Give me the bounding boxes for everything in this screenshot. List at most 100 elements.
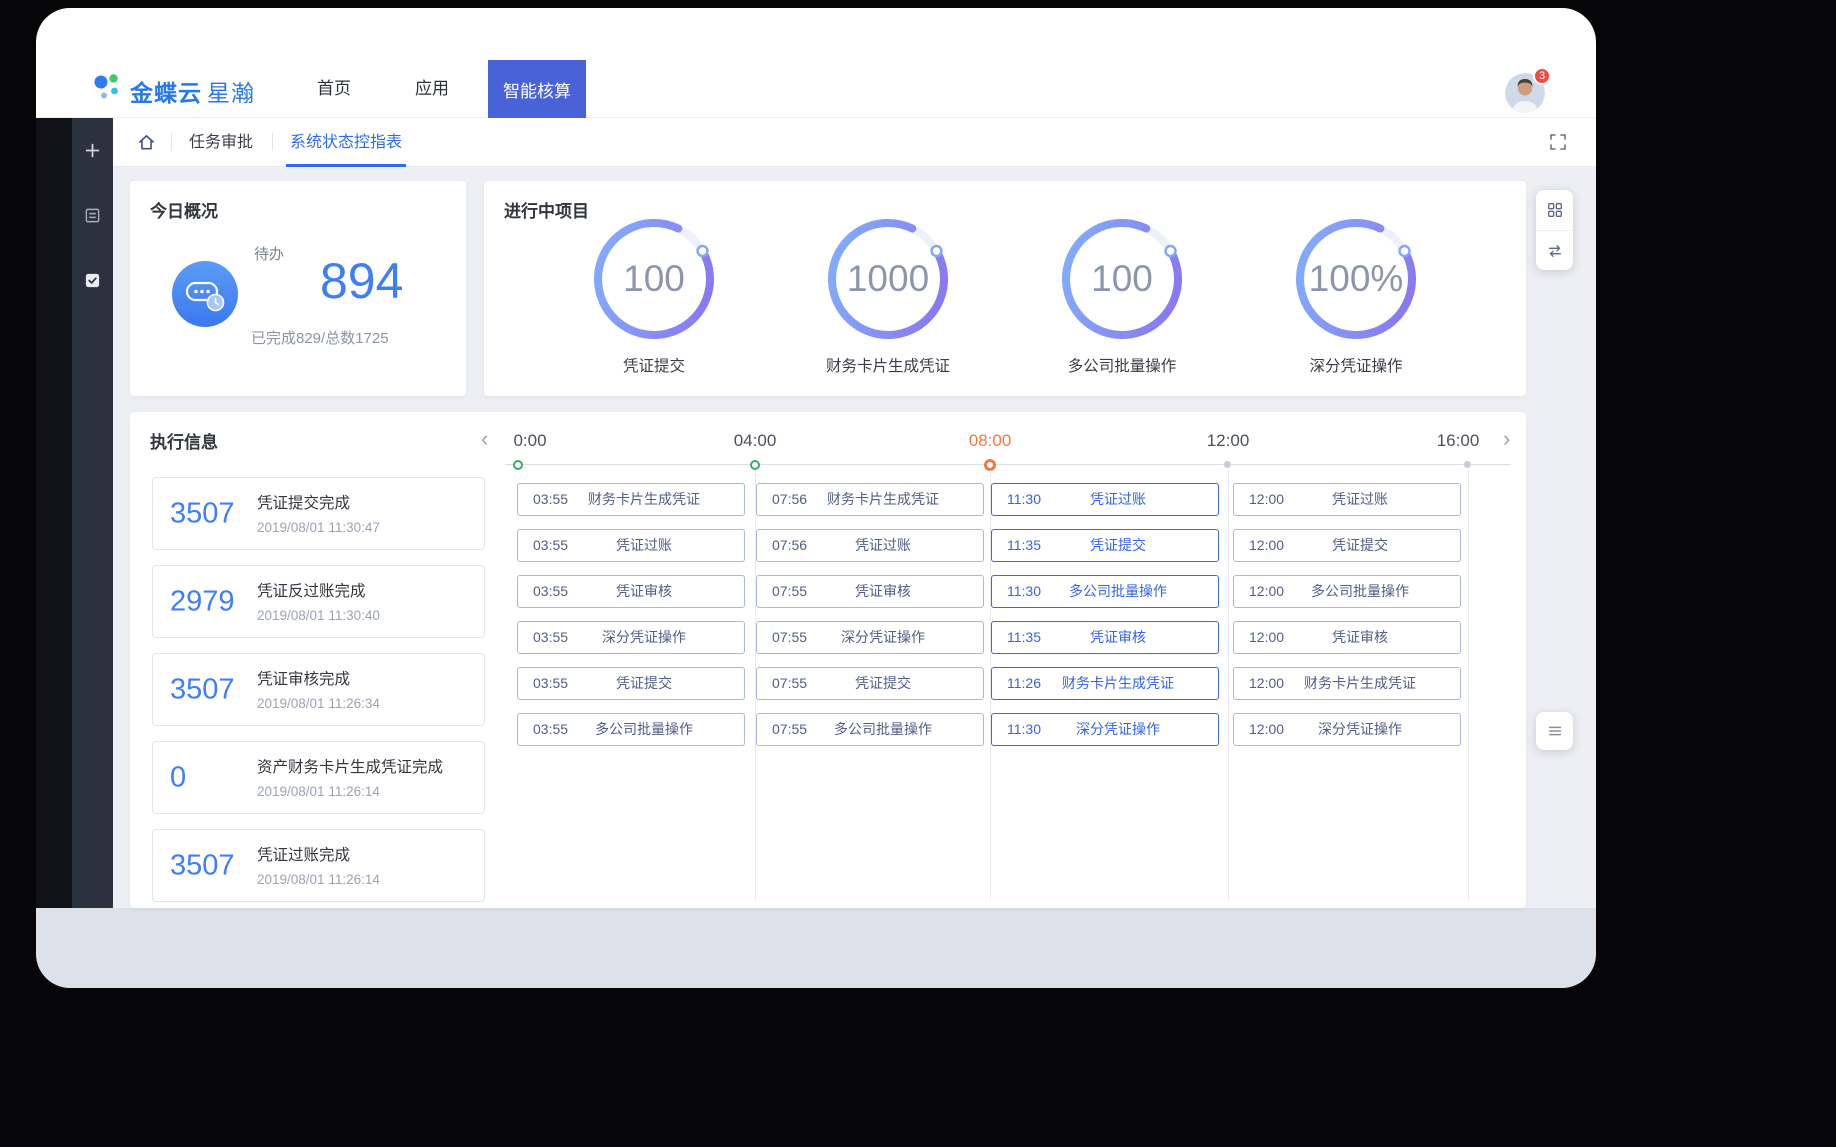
ring-value: 100%: [1290, 213, 1422, 345]
ring-value: 100: [588, 213, 720, 345]
todo-card-icon: [172, 261, 238, 327]
tab-bar: 任务审批 系统状态控指表: [113, 118, 1596, 167]
task-check-icon[interactable]: [83, 270, 103, 290]
event-card[interactable]: 12:00凭证提交: [1233, 529, 1461, 562]
event-name: 凭证过账: [791, 530, 975, 560]
event-card[interactable]: 12:00凭证审核: [1233, 621, 1461, 654]
ring-value: 100: [1056, 213, 1188, 345]
event-name: 深分凭证操作: [1026, 714, 1210, 744]
list-item-timestamp: 2019/08/01 11:30:47: [257, 520, 478, 535]
brand-name-light: 星瀚: [207, 80, 255, 106]
event-name: 财务卡片生成凭证: [1026, 668, 1210, 698]
execution-summary-list: 3507 凭证提交完成2019/08/01 11:30:47 2979 凭证反过…: [152, 477, 485, 917]
swap-icon[interactable]: [1536, 230, 1573, 270]
app-header: 金蝶云星瀚 首页 应用 智能核算 3: [36, 8, 1596, 118]
timeline-prev-icon[interactable]: ‹: [481, 428, 488, 450]
event-card-current[interactable]: 11:30深分凭证操作: [991, 713, 1219, 746]
dashboard-content: 今日概况 待办 894 已完成829/总数1725: [113, 167, 1596, 908]
form-list-icon[interactable]: [83, 205, 103, 225]
axis-label-0400: 04:00: [734, 431, 777, 451]
brand-logo[interactable]: 金蝶云星瀚: [92, 70, 255, 111]
side-tool-stack: [1536, 190, 1573, 270]
event-card[interactable]: 07:55凭证审核: [756, 575, 984, 608]
event-card-current[interactable]: 11:35凭证审核: [991, 621, 1219, 654]
today-overview-card: 今日概况 待办 894 已完成829/总数1725: [130, 181, 466, 396]
timeline-column-2: 07:56财务卡片生成凭证 07:56凭证过账 07:55凭证审核 07:55深…: [756, 483, 984, 746]
main-column: 任务审批 系统状态控指表 今日概况: [113, 118, 1596, 908]
event-card[interactable]: 12:00财务卡片生成凭证: [1233, 667, 1461, 700]
overview-title: 今日概况: [150, 197, 218, 222]
layout-grid-icon[interactable]: [1536, 190, 1573, 230]
progress-ring-card-voucher: 1000 财务卡片生成凭证: [783, 213, 993, 376]
ring-label: 财务卡片生成凭证: [826, 354, 950, 376]
event-card[interactable]: 07:55深分凭证操作: [756, 621, 984, 654]
list-item-count: 3507: [170, 497, 235, 530]
event-name: 凭证提交: [552, 668, 736, 698]
home-tab-icon[interactable]: [137, 133, 156, 152]
event-card[interactable]: 07:55多公司批量操作: [756, 713, 984, 746]
event-card[interactable]: 03:55财务卡片生成凭证: [517, 483, 745, 516]
axis-label-1200: 12:00: [1207, 431, 1250, 451]
event-name: 多公司批量操作: [791, 714, 975, 744]
event-card[interactable]: 03:55多公司批量操作: [517, 713, 745, 746]
event-name: 凭证提交: [1268, 530, 1452, 560]
todo-label: 待办: [254, 243, 284, 264]
event-card-current[interactable]: 11:26财务卡片生成凭证: [991, 667, 1219, 700]
brand-name: 金蝶云星瀚: [130, 74, 255, 108]
event-card[interactable]: 03:55凭证审核: [517, 575, 745, 608]
execution-title: 执行信息: [150, 428, 218, 453]
tab-system-status-active[interactable]: 系统状态控指表: [273, 118, 419, 167]
list-item[interactable]: 3507 凭证提交完成2019/08/01 11:30:47: [152, 477, 485, 550]
menu-icon[interactable]: [1536, 712, 1573, 750]
event-name: 财务卡片生成凭证: [1268, 668, 1452, 698]
list-item[interactable]: 3507 凭证过账完成2019/08/01 11:26:14: [152, 829, 485, 902]
event-name: 凭证提交: [791, 668, 975, 698]
list-item[interactable]: 2979 凭证反过账完成2019/08/01 11:30:40: [152, 565, 485, 638]
event-name: 凭证审核: [1268, 622, 1452, 652]
column-divider: [1228, 470, 1229, 900]
notification-badge[interactable]: 3: [1533, 67, 1551, 85]
list-item-title: 凭证过账完成: [257, 847, 350, 864]
event-card[interactable]: 12:00多公司批量操作: [1233, 575, 1461, 608]
window-footer: [36, 908, 1596, 988]
list-item-timestamp: 2019/08/01 11:26:14: [257, 784, 478, 799]
list-item-timestamp: 2019/08/01 11:26:14: [257, 872, 478, 887]
event-name: 多公司批量操作: [552, 714, 736, 744]
add-icon[interactable]: [83, 140, 103, 160]
event-name: 凭证审核: [1026, 622, 1210, 652]
nav-item-home[interactable]: 首页: [317, 60, 351, 118]
event-card-current[interactable]: 11:30凭证过账: [991, 483, 1219, 516]
nav-item-apps[interactable]: 应用: [415, 60, 449, 118]
list-item[interactable]: 3507 凭证审核完成2019/08/01 11:26:34: [152, 653, 485, 726]
timeline-column-1: 03:55财务卡片生成凭证 03:55凭证过账 03:55凭证审核 03:55深…: [517, 483, 745, 746]
event-card-current[interactable]: 11:35凭证提交: [991, 529, 1219, 562]
event-card[interactable]: 03:55凭证提交: [517, 667, 745, 700]
window-body: 任务审批 系统状态控指表 今日概况: [36, 118, 1596, 908]
timeline-dot-gray: [1464, 461, 1471, 468]
ring-label: 深分凭证操作: [1309, 354, 1402, 376]
event-card[interactable]: 03:55深分凭证操作: [517, 621, 745, 654]
todo-count: 894: [320, 253, 403, 309]
event-card[interactable]: 07:55凭证提交: [756, 667, 984, 700]
list-item[interactable]: 0 资产财务卡片生成凭证完成2019/08/01 11:26:14: [152, 741, 485, 814]
icon-sidebar: [72, 118, 113, 908]
list-item-title: 凭证反过账完成: [257, 583, 366, 600]
event-card[interactable]: 07:56财务卡片生成凭证: [756, 483, 984, 516]
timeline-next-icon[interactable]: ›: [1503, 428, 1510, 450]
tab-task-approval[interactable]: 任务审批: [172, 118, 270, 167]
list-item-count: 2979: [170, 585, 235, 618]
event-card[interactable]: 03:55凭证过账: [517, 529, 745, 562]
event-card-current[interactable]: 11:30多公司批量操作: [991, 575, 1219, 608]
event-card[interactable]: 12:00深分凭证操作: [1233, 713, 1461, 746]
in-progress-projects-card: 进行中项目 100 凭证提交: [484, 181, 1526, 396]
progress-rings: 100 凭证提交 1000: [549, 213, 1461, 376]
user-avatar[interactable]: 3: [1505, 73, 1545, 113]
timeline-column-3-current: 11:30凭证过账 11:35凭证提交 11:30多公司批量操作 11:35凭证…: [991, 483, 1219, 746]
nav-item-smart-accounting-active[interactable]: 智能核算: [488, 60, 586, 118]
ring-label: 多公司批量操作: [1068, 354, 1177, 376]
fullscreen-icon[interactable]: [1548, 132, 1568, 152]
event-card[interactable]: 12:00凭证过账: [1233, 483, 1461, 516]
event-card[interactable]: 07:56凭证过账: [756, 529, 984, 562]
event-name: 凭证过账: [1026, 484, 1210, 514]
timeline-dot-green: [750, 460, 760, 470]
